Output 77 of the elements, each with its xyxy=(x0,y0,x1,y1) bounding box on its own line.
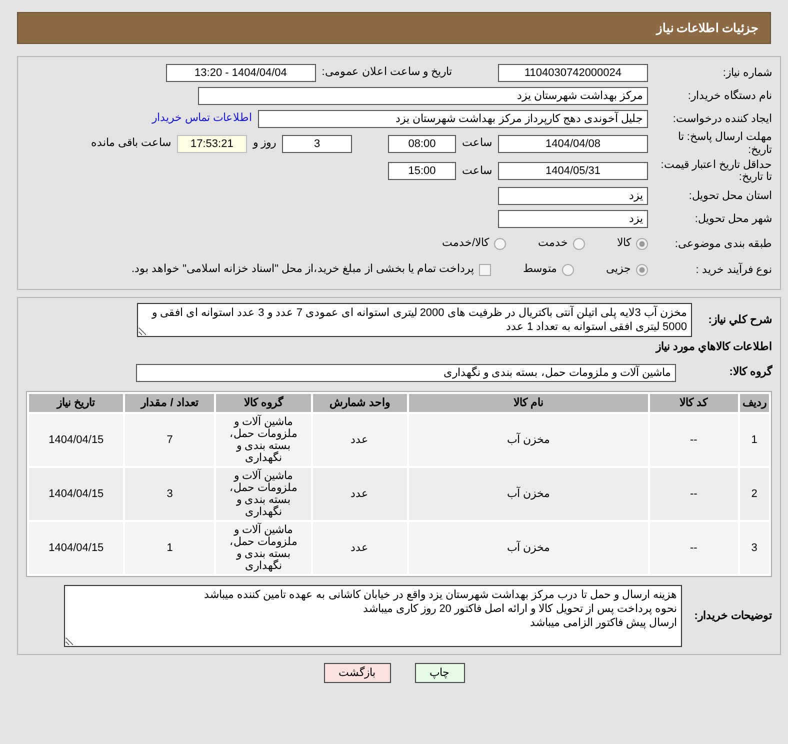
table-cell: مخزن آب xyxy=(408,414,648,466)
table-cell: 1404/04/15 xyxy=(29,522,124,574)
table-cell: 1404/04/15 xyxy=(29,468,124,520)
time-field[interactable]: 08:00 xyxy=(388,135,456,154)
table-cell: مخزن آب xyxy=(408,522,648,574)
table-cell: 7 xyxy=(125,414,214,466)
table-cell: 2 xyxy=(740,468,769,520)
option-label: کالا xyxy=(617,237,631,251)
column-header: ردیف xyxy=(740,394,769,412)
table-cell: 3 xyxy=(740,522,769,574)
field-label: روز و xyxy=(252,137,276,151)
back-button[interactable]: بازگشت xyxy=(324,663,390,684)
table-cell-text: ماشین آلات و ملزومات حمل، بسته بندی و نگهداری xyxy=(228,416,299,464)
remaining-time-field[interactable]: 17:53:21 xyxy=(176,135,247,154)
option-label: پرداخت تمام یا بخشی از مبلغ خرید،از محل "اسناد خزانه اسلامی" خواهد بود. xyxy=(131,263,474,277)
radio-button[interactable] xyxy=(494,238,506,250)
table-cell: -- xyxy=(650,522,738,574)
option-label: متوسط xyxy=(523,263,557,277)
field-label: طبقه بندی موضوعی: xyxy=(674,238,772,250)
radio-button[interactable] xyxy=(636,264,648,276)
table-cell: عدد xyxy=(312,522,407,574)
province-field[interactable]: یزد xyxy=(498,187,648,206)
buyer-notes-field[interactable]: هزینه ارسال و حمل تا درب مرکز بهداشت شهرستان یزد واقع در خیابان کاشانی به عهده تامین کننده میباشد نحوه پرداخت پس از تحویل کالا و ارائه اصل فاکتور 20 روز کاری میباشد ارسال پیش فاکتور الزامی میباشد xyxy=(64,585,682,648)
table-cell: مخزن آب xyxy=(408,468,648,520)
field-label: ساعت xyxy=(462,164,492,178)
field-label: نام دستگاه خریدار: xyxy=(686,90,772,102)
announce-date-field[interactable]: 1404/04/04 - 13:20 xyxy=(166,64,316,82)
field-label: مهلت ارسال پاسخ: تا تاریخ: xyxy=(676,131,772,157)
field-label: توضیحات خریدار: xyxy=(693,610,772,623)
need-number-field[interactable]: 1104030742000024 xyxy=(498,64,648,82)
option-label: کالا/خدمت xyxy=(442,237,489,251)
field-label: ایجاد کننده درخواست: xyxy=(672,112,772,126)
section-heading: اطلاعات کالاهاي مورد نياز xyxy=(654,340,772,354)
radio-button[interactable] xyxy=(636,238,648,250)
days-field[interactable]: 3 xyxy=(282,135,352,154)
field-label: استان محل تحویل: xyxy=(688,190,772,203)
table-cell: -- xyxy=(650,414,738,466)
field-label: شرح کلي نياز: xyxy=(707,314,772,326)
table-cell: 1 xyxy=(125,522,214,574)
page-title: جزئیات اطلاعات نیاز xyxy=(17,12,771,44)
checkbox[interactable] xyxy=(479,264,491,276)
field-label: ساعت باقی مانده xyxy=(90,137,171,151)
field-label: حداقل تاریخ اعتبار قیمت: تا تاریخ: xyxy=(660,158,772,184)
field-label: نوع فرآیند خرید : xyxy=(694,264,772,276)
table-cell: عدد xyxy=(312,468,407,520)
table-cell-text: ماشین آلات و ملزومات حمل، بسته بندی و نگهداری xyxy=(228,524,299,572)
contact-link[interactable]: اطلاعات تماس خریدار xyxy=(152,112,252,126)
column-header: تاریخ نیاز xyxy=(29,394,124,412)
requester-field[interactable]: جلیل آخوندی دهج کارپرداز مرکز بهداشت شهرستان یزد xyxy=(258,110,648,128)
column-header: نام کالا xyxy=(408,394,648,412)
table-cell: عدد xyxy=(312,414,407,466)
date-field[interactable]: 1404/04/08 xyxy=(498,135,648,154)
table-cell-text: ماشین آلات و ملزومات حمل، بسته بندی و نگهداری xyxy=(228,470,299,518)
description-field[interactable]: مخزن آب 3لایه پلی اتیلن آنتی باکتریال در ظرفیت های 2000 لیتری استوانه ای عمودی 7 عدد و 3 عدد استوانه ای افقی و 5000 لیتری افقی استوانه به تعداد 1 عدد xyxy=(137,302,692,337)
radio-button[interactable] xyxy=(562,264,574,276)
table-cell: 1404/04/15 xyxy=(29,414,124,466)
field-label: گروه کالا: xyxy=(728,366,772,379)
date-field[interactable]: 1404/05/31 xyxy=(498,162,648,180)
time-field[interactable]: 15:00 xyxy=(388,162,456,180)
field-label: ساعت xyxy=(462,137,492,151)
field-label: تاریخ و ساعت اعلان عمومی: xyxy=(322,66,452,80)
field-label: شماره نیاز: xyxy=(722,66,772,80)
column-header: واحد شمارش xyxy=(312,394,407,412)
print-button[interactable]: چاپ xyxy=(414,663,464,684)
table-cell: -- xyxy=(650,468,738,520)
column-header: تعداد / مقدار xyxy=(125,394,214,412)
field-label: شهر محل تحویل: xyxy=(694,213,772,226)
goods-group-field[interactable]: ماشین آلات و ملزومات حمل، بسته بندی و نگهداری xyxy=(136,364,676,382)
column-header: گروه کالا xyxy=(216,394,311,412)
option-label: جزیی xyxy=(606,263,631,277)
table-cell: 3 xyxy=(125,468,214,520)
table-cell: 1 xyxy=(740,414,769,466)
column-header: کد کالا xyxy=(650,394,738,412)
option-label: خدمت xyxy=(538,237,568,251)
radio-button[interactable] xyxy=(573,238,585,250)
buyer-org-field[interactable]: مرکز بهداشت شهرستان یزد xyxy=(198,86,648,105)
city-field[interactable]: یزد xyxy=(498,210,648,228)
